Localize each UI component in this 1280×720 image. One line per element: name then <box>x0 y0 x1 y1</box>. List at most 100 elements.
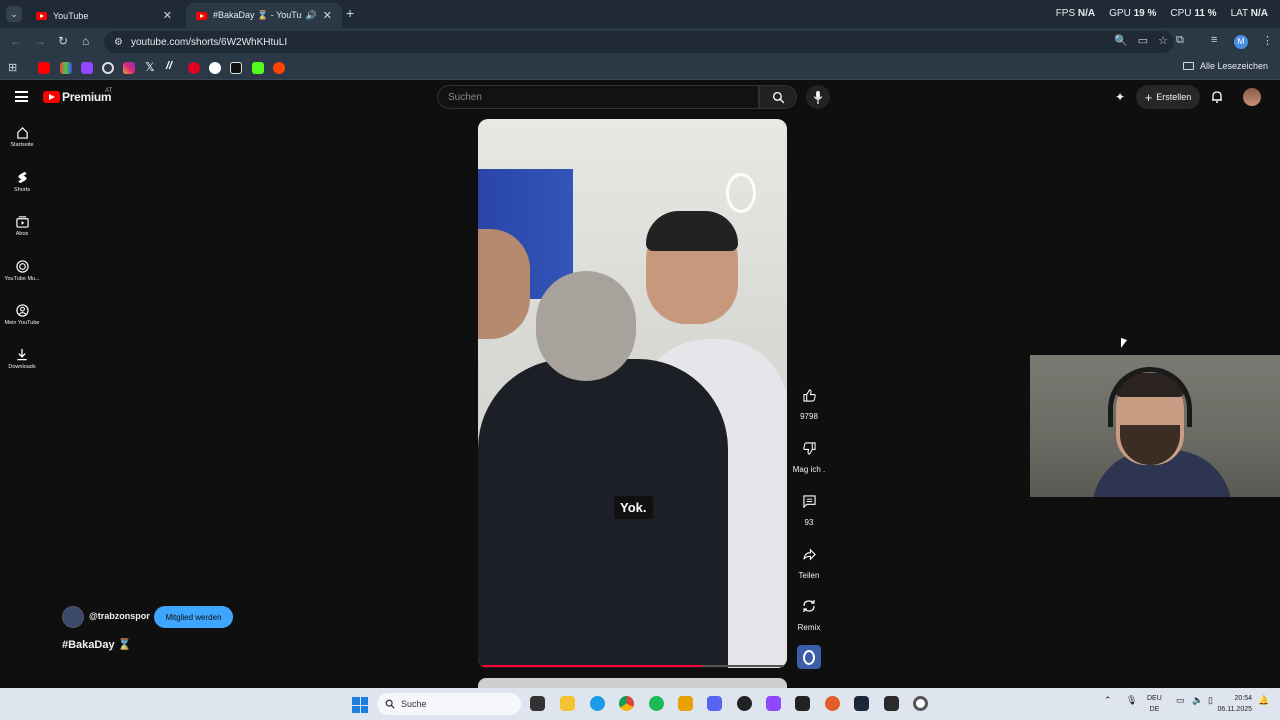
back-icon[interactable]: ← <box>10 34 22 48</box>
search-button[interactable] <box>759 85 797 109</box>
remix-button[interactable]: Remix <box>789 593 829 632</box>
speaker-icon[interactable]: 🔊 <box>306 10 317 21</box>
apps-grid-icon[interactable]: ⊞ <box>8 61 17 74</box>
sidebar-item-my-youtube[interactable]: Mein YouTube <box>0 304 44 326</box>
stats-icon[interactable] <box>60 62 72 74</box>
youtube-header: Premium AT Suchen ✦ + Erstellen <box>0 81 1280 113</box>
progress-fill <box>482 665 703 667</box>
account-avatar[interactable] <box>1243 88 1261 106</box>
forward-icon[interactable]: → <box>34 34 46 48</box>
battery-icon[interactable]: ▯ <box>1208 695 1213 706</box>
windows-start-icon[interactable] <box>352 697 368 713</box>
remix-icon <box>796 593 822 619</box>
epic-games-icon[interactable] <box>884 696 899 711</box>
zoom-icon[interactable]: 🔍 <box>1114 34 1128 47</box>
riot-icon[interactable] <box>795 696 810 711</box>
threads-icon[interactable] <box>209 62 221 74</box>
youtube-icon[interactable] <box>38 62 50 74</box>
new-tab-button[interactable]: + <box>346 5 354 21</box>
sidebar-item-youtube-music[interactable]: YouTube Mu... <box>0 260 44 282</box>
origin-icon[interactable] <box>825 696 840 711</box>
close-icon[interactable]: ✕ <box>163 9 172 22</box>
tab-search-button[interactable]: ⌄ <box>6 6 22 22</box>
pinterest-icon[interactable] <box>188 62 200 74</box>
share-icon <box>796 541 822 567</box>
all-bookmarks[interactable]: Alle Lesezeichen <box>1182 61 1268 71</box>
share-button[interactable]: Teilen <box>789 541 829 580</box>
media-control-icon[interactable]: ≡ <box>1211 34 1217 46</box>
spotify-icon[interactable] <box>649 696 664 711</box>
address-bar[interactable]: ⚙ youtube.com/shorts/6W2WhKHtuLI 🔍 ▭ ☆ <box>104 31 1174 53</box>
x-icon[interactable]: 𝕏 <box>145 60 155 74</box>
input-language[interactable]: DEU DE <box>1147 693 1162 715</box>
sidebar-item-subscriptions[interactable]: Abos <box>0 215 44 237</box>
tab-youtube[interactable]: YouTube ✕ <box>26 3 182 28</box>
performance-overlay: FPS N/A GPU 19 % CPU 11 % LAT N/A <box>1056 8 1268 19</box>
close-icon[interactable]: ✕ <box>323 9 332 22</box>
bookmark-star-icon[interactable]: ☆ <box>1158 34 1168 47</box>
lang-top: DEU <box>1147 695 1162 702</box>
create-button[interactable]: + Erstellen <box>1136 85 1200 109</box>
twitch-icon[interactable] <box>81 62 93 74</box>
profile-avatar[interactable]: M <box>1234 35 1248 49</box>
steam-icon[interactable] <box>854 696 869 711</box>
twitch-icon[interactable] <box>766 696 781 711</box>
clock-time: 20:54 <box>1234 695 1252 702</box>
rockstar-icon[interactable] <box>678 696 693 711</box>
xbox-icon[interactable] <box>102 62 114 74</box>
search-input[interactable]: Suchen <box>437 85 759 109</box>
short-title[interactable]: #BakaDay ⌛ <box>62 638 131 651</box>
club-crest-icon <box>803 649 815 665</box>
channel-avatar[interactable] <box>62 606 84 628</box>
tab-title: YouTube <box>53 10 89 21</box>
file-explorer-icon[interactable] <box>560 696 575 711</box>
sidebar-item-downloads[interactable]: Downloads <box>0 348 44 370</box>
obs-icon[interactable] <box>737 696 752 711</box>
hamburger-menu-icon[interactable] <box>15 91 28 102</box>
volume-icon[interactable]: 🔈 <box>1192 695 1203 706</box>
microphone-icon[interactable]: 🎙 <box>1126 695 1137 706</box>
cpu-stat: CPU 11 % <box>1170 8 1217 19</box>
all-bookmarks-label: Alle Lesezeichen <box>1199 61 1268 71</box>
like-button[interactable]: 9798 <box>789 382 829 421</box>
reddit-icon[interactable] <box>273 62 285 74</box>
home-icon[interactable]: ⌂ <box>82 34 89 48</box>
extensions-icon[interactable]: ⧉ <box>1176 34 1184 47</box>
comments-button[interactable]: 93 <box>789 488 829 527</box>
join-membership-button[interactable]: Mitglied werden <box>154 606 233 628</box>
channel-thumbnail-button[interactable] <box>797 645 821 669</box>
network-icon[interactable]: ▭ <box>1176 695 1185 706</box>
gaming-icon[interactable]: ✦ <box>1115 90 1125 104</box>
channel-name[interactable]: @trabzonspor <box>89 611 150 621</box>
chrome-icon[interactable] <box>619 696 634 711</box>
voice-search-button[interactable] <box>806 85 830 109</box>
slash-icon[interactable]: // <box>166 60 172 72</box>
sidebar-item-home[interactable]: Startseite <box>0 126 44 148</box>
youtube-favicon-icon <box>196 11 207 20</box>
cast-icon[interactable]: ▭ <box>1138 34 1148 47</box>
menu-icon[interactable]: ⋮ <box>1262 34 1273 47</box>
edge-icon[interactable] <box>590 696 605 711</box>
discord-icon[interactable] <box>707 696 722 711</box>
system-clock[interactable]: 20:54 06.11.2025 <box>1217 693 1252 715</box>
tray-overflow-icon[interactable]: ⌃ <box>1104 695 1112 706</box>
instagram-icon[interactable] <box>123 62 135 74</box>
tab-bakaday[interactable]: #BakaDay ⌛ - YouTube 🔊 ✕ <box>186 3 342 28</box>
sidebar-item-shorts[interactable]: Shorts <box>0 171 44 193</box>
notifications-bell-icon[interactable] <box>1211 90 1223 108</box>
dislike-button[interactable]: Mag ich . <box>789 435 829 474</box>
reload-icon[interactable]: ↻ <box>58 34 68 48</box>
youtube-music-icon <box>15 260 29 273</box>
tiktok-icon[interactable] <box>230 62 242 74</box>
settings-ring-icon[interactable] <box>913 696 928 711</box>
headset-icon <box>1108 367 1192 427</box>
taskbar-search[interactable]: Suche <box>377 693 521 715</box>
notification-center-icon[interactable]: 🔔 <box>1258 695 1269 706</box>
youtube-logo-icon[interactable] <box>43 91 60 103</box>
task-view-icon[interactable] <box>530 696 545 711</box>
brand-name[interactable]: Premium <box>62 90 112 104</box>
short-video-player[interactable] <box>478 119 787 668</box>
tab-title: #BakaDay ⌛ - YouTube <box>213 10 302 20</box>
site-info-icon[interactable]: ⚙ <box>114 37 123 48</box>
kick-icon[interactable] <box>252 62 264 74</box>
